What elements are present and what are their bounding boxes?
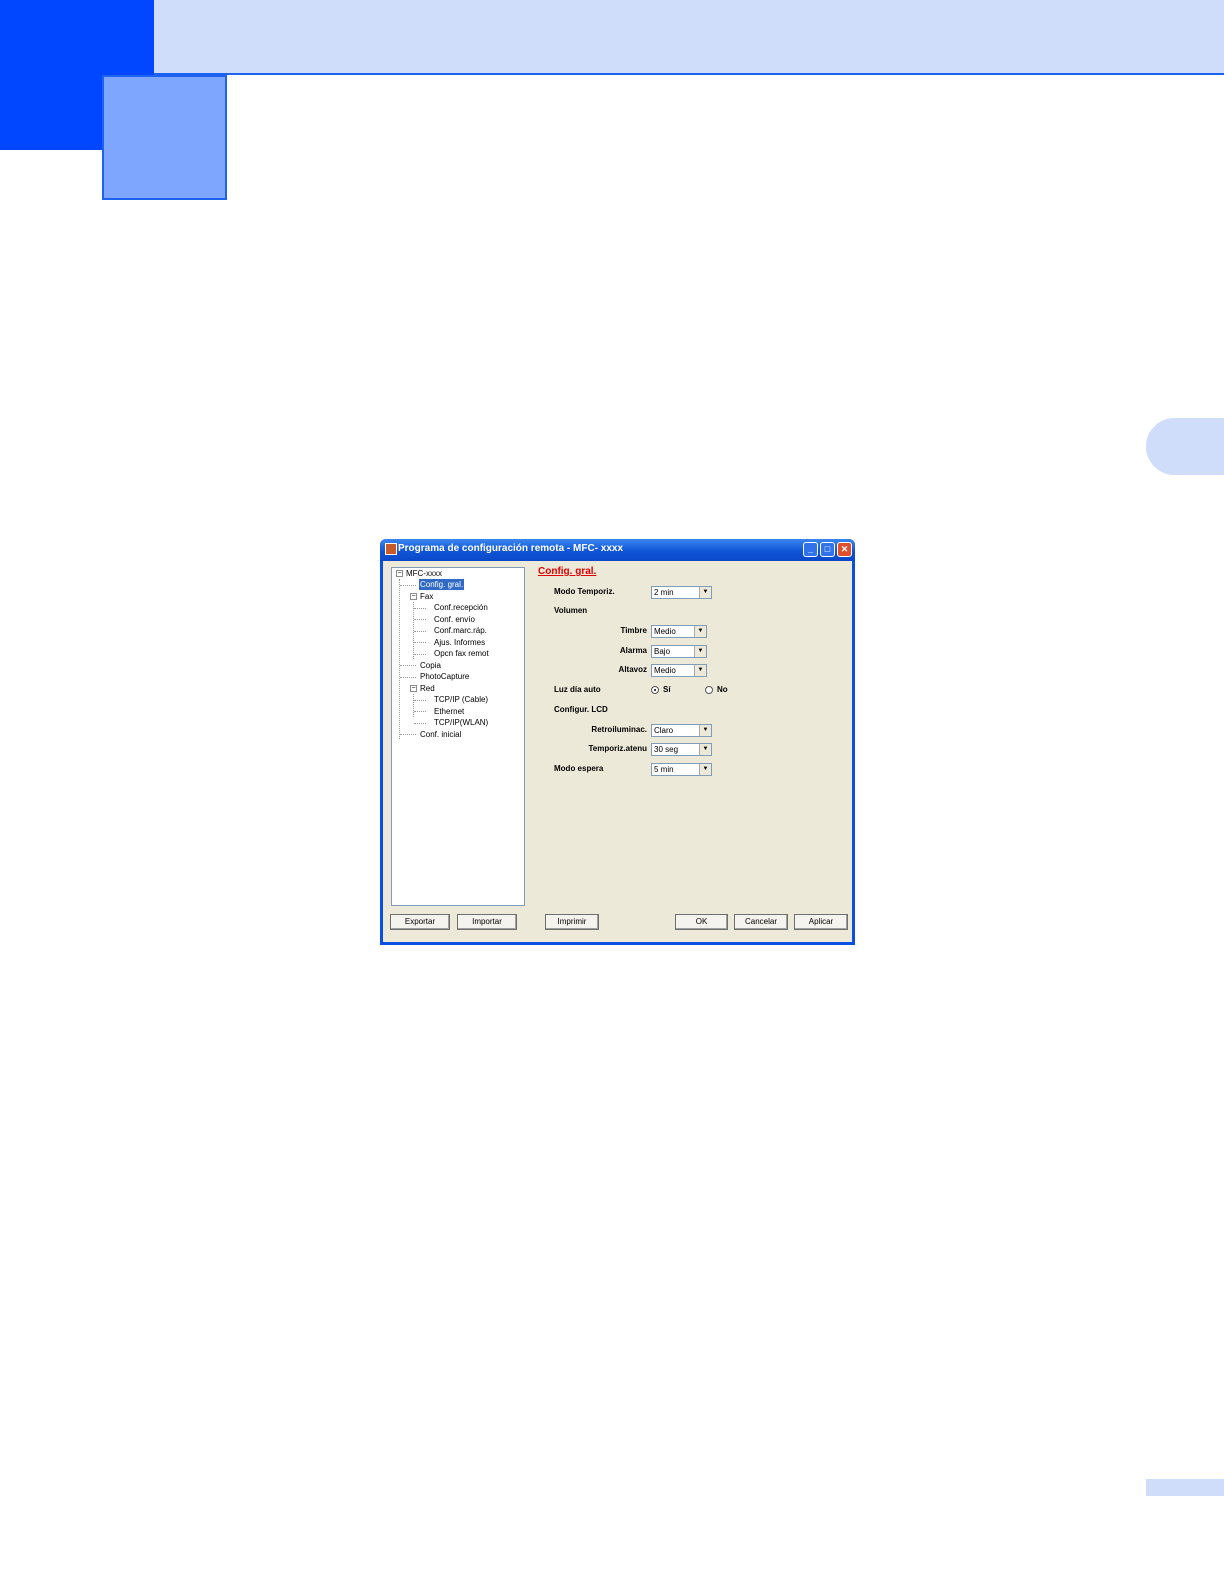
alarma-select[interactable]: Bajo ▼ [651,645,707,658]
settings-tree[interactable]: − MFC-xxxx Config. gral. − Fax Conf.rece… [391,567,525,906]
tree-line [414,631,426,632]
tree-item-fax-child[interactable]: Conf.marc.ráp. [434,625,487,636]
timbre-value: Medio [654,627,676,636]
luz-dia-no-label: No [717,685,728,694]
modo-espera-label: Modo espera [554,764,604,773]
temporiz-atenu-value: 30 seg [654,745,679,754]
tree-item-red-child[interactable]: TCP/IP (Cable) [434,694,488,705]
tree-line [400,734,416,735]
ok-button[interactable]: OK [675,914,728,930]
tree-line [400,585,416,586]
remote-setup-window: Programa de configuración remota - MFC- … [380,539,855,945]
temporiz-atenu-select[interactable]: 30 seg ▼ [651,743,712,756]
luz-dia-label: Luz día auto [554,685,601,694]
tree-item-red-child[interactable]: Ethernet [434,706,464,717]
tree-line [414,654,426,655]
side-chapter-tab [1146,418,1224,475]
tree-item-fax[interactable]: Fax [420,591,433,602]
tree-line [399,579,400,739]
tree-item-fax-child[interactable]: Conf.recepción [434,602,488,613]
retroilum-select[interactable]: Claro ▼ [651,724,712,737]
retroilum-label: Retroiluminac. [591,725,647,734]
importar-button[interactable]: Importar [457,914,517,930]
app-icon [385,543,397,555]
page-header-band [0,0,1224,75]
collapse-icon[interactable]: − [410,685,417,692]
window-titlebar[interactable]: Programa de configuración remota - MFC- … [380,539,855,561]
tree-item-fax-child[interactable]: Conf. envío [434,614,475,625]
luz-dia-si-label: Sí [663,685,671,694]
chevron-down-icon: ▼ [694,646,706,657]
altavoz-select[interactable]: Medio ▼ [651,664,707,677]
retroilum-value: Claro [654,726,674,735]
collapse-icon[interactable]: − [410,593,417,600]
tree-line [413,694,414,717]
maximize-button[interactable]: □ [820,542,835,557]
modo-espera-select[interactable]: 5 min ▼ [651,763,712,776]
section-title: Config. gral. [538,566,597,577]
minimize-button[interactable]: _ [803,542,818,557]
alarma-value: Bajo [654,647,671,656]
aplicar-button[interactable]: Aplicar [794,914,848,930]
config-lcd-label: Configur. LCD [554,705,608,714]
close-button[interactable]: ✕ [837,542,852,557]
chevron-down-icon: ▼ [694,626,706,637]
chevron-down-icon: ▼ [699,725,711,736]
tree-item-root[interactable]: MFC-xxxx [406,568,442,579]
altavoz-label: Altavoz [618,665,647,674]
tree-line [414,642,426,643]
chevron-down-icon: ▼ [699,744,711,755]
timbre-select[interactable]: Medio ▼ [651,625,707,638]
modo-espera-value: 5 min [654,765,674,774]
tree-line [414,619,426,620]
modo-temporiz-value: 2 min [654,588,674,597]
window-client-area: − MFC-xxxx Config. gral. − Fax Conf.rece… [383,561,852,942]
temporiz-atenu-label: Temporiz.atenu [588,744,647,753]
chevron-down-icon: ▼ [694,665,706,676]
luz-dia-si-radio[interactable] [651,686,659,694]
modo-temporiz-label: Modo Temporiz. [554,587,615,596]
imprimir-button[interactable]: Imprimir [545,914,599,930]
tree-item-photocapture[interactable]: PhotoCapture [420,671,469,682]
tree-line [414,723,426,724]
tree-item-copia[interactable]: Copia [420,660,441,671]
chapter-marker-light [102,75,227,200]
exportar-button[interactable]: Exportar [390,914,450,930]
tree-line [414,711,426,712]
tree-item-red-child[interactable]: TCP/IP(WLAN) [434,717,488,728]
window-title: Programa de configuración remota - MFC- … [398,543,624,554]
altavoz-value: Medio [654,666,676,675]
cancelar-button[interactable]: Cancelar [734,914,788,930]
page-number-tab [1146,1479,1224,1496]
alarma-label: Alarma [619,646,647,655]
volumen-label: Volumen [554,606,588,615]
timbre-label: Timbre [620,626,647,635]
chevron-down-icon: ▼ [699,764,711,775]
modo-temporiz-select[interactable]: 2 min ▼ [651,586,712,599]
chevron-down-icon: ▼ [699,587,711,598]
tree-line [414,700,426,701]
luz-dia-no-radio[interactable] [705,686,713,694]
tree-item-conf-inicial[interactable]: Conf. inicial [420,729,461,740]
tree-item-fax-child[interactable]: Ajus. Informes [434,637,485,648]
tree-line [400,677,416,678]
tree-item-fax-child[interactable]: Opcn fax remot [434,648,489,659]
tree-line [400,665,416,666]
collapse-icon[interactable]: − [396,570,403,577]
tree-item-config-gral[interactable]: Config. gral. [419,579,465,590]
tree-line [414,608,426,609]
tree-item-red[interactable]: Red [420,683,435,694]
